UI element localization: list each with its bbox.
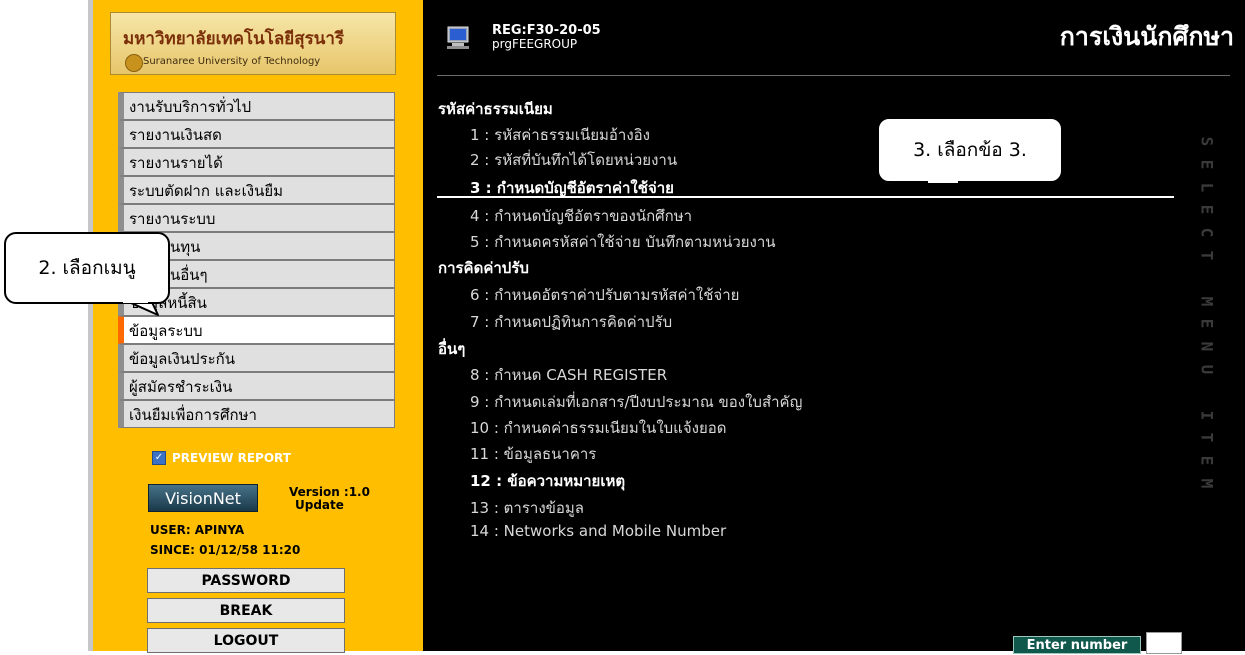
menu-item-deposit-data[interactable]: ข้อมูลเงินประกัน	[118, 344, 395, 372]
vertical-text-letter: N	[1197, 341, 1217, 352]
preview-report: ✓ PREVIEW REPORT	[152, 451, 291, 465]
menu-option-7[interactable]: 7 : กำหนดปฏิทินการคิดค่าปรับ	[470, 310, 672, 334]
menu-item-system-report[interactable]: รายงานระบบ	[118, 204, 395, 232]
callout-step-3: 3. เลือกข้อ 3.	[877, 117, 1063, 183]
university-seal-icon	[125, 54, 143, 72]
menu-option-4[interactable]: 4 : กำหนดบัญชีอัตราของนักศึกษา	[470, 204, 692, 228]
visionnet-logo: VisionNet	[148, 484, 258, 512]
menu-option-13[interactable]: 13 : ตารางข้อมูล	[470, 496, 584, 520]
menu-option-6[interactable]: 6 : กำหนดอัตราค่าปรับตามรหัสค่าใช้จ่าย	[470, 283, 739, 307]
menu-option-11[interactable]: 11 : ข้อมูลธนาคาร	[470, 442, 596, 466]
university-name-en: Suranaree University of Technology	[143, 56, 321, 67]
vertical-text-letter: U	[1197, 364, 1217, 375]
preview-report-checkbox[interactable]: ✓	[152, 451, 166, 465]
menu-item-payment-applicants[interactable]: ผู้สมัครชำระเงิน	[118, 372, 395, 400]
version-info: Version :1.0 Update	[289, 486, 370, 512]
callout-step-2: 2. เลือกเมนู	[4, 232, 170, 304]
program-name: prgFEEGROUP	[492, 37, 578, 51]
header-divider	[437, 75, 1230, 76]
select-menu-item-vertical-text: S E L E C T M E N U I T E M	[1196, 130, 1216, 495]
menu-item-income-report[interactable]: รายงานรายได้	[118, 148, 395, 176]
menu-option-14[interactable]: 14 : Networks and Mobile Number	[470, 522, 726, 540]
menu-item-system-data[interactable]: ข้อมูลระบบ	[118, 316, 395, 344]
logout-button[interactable]: LOGOUT	[147, 628, 345, 653]
vertical-text-letter: I	[1197, 410, 1217, 420]
menu-option-9[interactable]: 9 : กำหนดเล่มที่เอกสาร/ปีงบประมาณ ของใบส…	[470, 390, 802, 414]
menu-option-12[interactable]: 12 : ข้อความหมายเหตุ	[470, 469, 625, 493]
menu-option-10[interactable]: 10 : กำหนดค่าธรรมเนียมในใบแจ้งยอด	[470, 416, 726, 440]
vertical-text-letter: C	[1197, 227, 1217, 238]
computer-icon	[447, 26, 469, 49]
menu-option-2[interactable]: 2 : รหัสที่บันทึกได้โดยหน่วยงาน	[470, 148, 677, 172]
form-code: REG:F30-20-05	[492, 23, 601, 38]
enter-number-label: Enter number	[1013, 636, 1141, 654]
preview-report-label: PREVIEW REPORT	[172, 451, 291, 465]
break-button[interactable]: BREAK	[147, 598, 345, 623]
vertical-text-letter: E	[1197, 159, 1217, 170]
vertical-text-letter	[1195, 268, 1218, 288]
menu-item-education-loan[interactable]: เงินยืมเพื่อการศึกษา	[118, 400, 395, 428]
section-title-others: อื่นๆ	[438, 340, 466, 358]
section-title-fines: การคิดค่าปรับ	[438, 259, 529, 277]
vertical-text-letter: S	[1197, 136, 1217, 147]
page-title: การเงินนักศึกษา	[1059, 22, 1234, 51]
since-label: SINCE: 01/12/58 11:20	[150, 543, 301, 557]
version-update: Update	[295, 498, 344, 512]
university-name-th: มหาวิทยาลัยเทคโนโลยีสุรนารี	[123, 29, 345, 49]
menu-option-8[interactable]: 8 : กำหนด CASH REGISTER	[470, 363, 667, 387]
vertical-text-letter: M	[1197, 296, 1217, 306]
menu-option-5[interactable]: 5 : กำหนดครหัสค่าใช้จ่าย บันทึกตามหน่วยง…	[470, 230, 776, 254]
vertical-text-letter	[1195, 382, 1218, 402]
section-title-fee-codes: รหัสค่าธรรมเนียม	[438, 100, 553, 118]
user-label: USER: APINYA	[150, 523, 245, 537]
menu-item-deposit-loan[interactable]: ระบบตัดฝาก และเงินยืม	[118, 176, 395, 204]
vertical-text-letter: E	[1197, 455, 1217, 466]
menu-option-1[interactable]: 1 : รหัสค่าธรรมเนียมอ้างอิง	[470, 123, 650, 147]
vertical-text-letter: E	[1197, 318, 1217, 329]
vertical-text-letter: T	[1197, 432, 1217, 443]
menu-item-cash-report[interactable]: รายงานเงินสด	[118, 120, 395, 148]
callout-3-joint	[928, 180, 958, 183]
option-3-underline	[437, 196, 1174, 198]
vertical-text-letter: E	[1197, 204, 1217, 215]
vertical-text-letter: M	[1197, 478, 1217, 489]
password-button[interactable]: PASSWORD	[147, 568, 345, 593]
callout-2-joint	[123, 300, 148, 303]
university-logo: มหาวิทยาลัยเทคโนโลยีสุรนารี Suranaree Un…	[110, 12, 396, 75]
menu-item-general-service[interactable]: งานรับบริการทั่วไป	[118, 92, 395, 120]
vertical-text-letter: L	[1197, 182, 1217, 192]
vertical-text-letter: T	[1197, 250, 1217, 261]
